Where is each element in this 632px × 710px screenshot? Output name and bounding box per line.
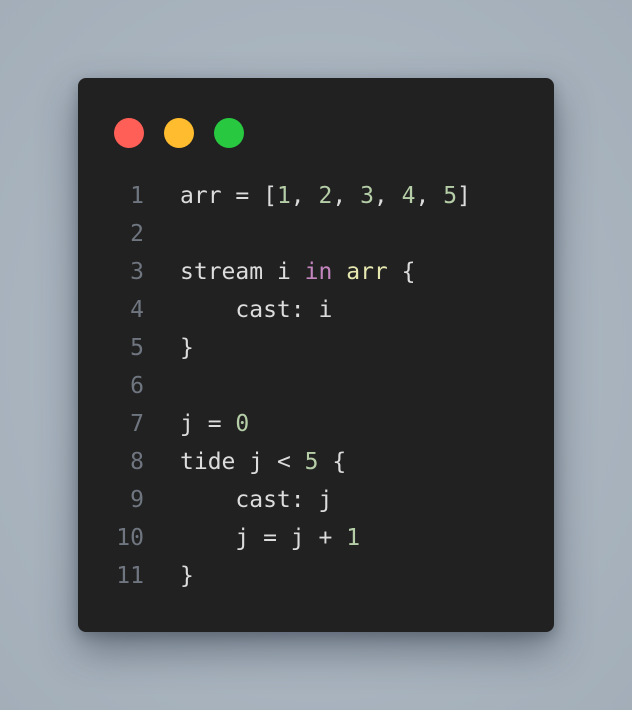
line-text: j = j + 1 <box>235 525 361 551</box>
line-number: 6 <box>130 373 144 399</box>
line-number: 8 <box>130 449 144 475</box>
code-line: 4 cast: i <box>78 291 554 329</box>
line-text: } <box>180 335 194 361</box>
line-number: 4 <box>130 297 144 323</box>
line-number: 5 <box>130 335 144 361</box>
close-button[interactable] <box>114 118 144 148</box>
code-line: 3 stream i in arr { <box>78 253 554 291</box>
code-line: 10 j = j + 1 <box>78 519 554 557</box>
line-text: } <box>180 563 194 589</box>
code-line: 9 cast: j <box>78 481 554 519</box>
line-text: j = 0 <box>180 411 250 437</box>
line-number: 7 <box>130 411 144 437</box>
line-number: 1 <box>130 183 144 209</box>
code-block: 1 arr = [1, 2, 3, 4, 5] 2 3 stream i in … <box>78 177 554 595</box>
line-number: 11 <box>116 563 144 589</box>
line-text: stream i in arr { <box>180 259 416 285</box>
line-text: cast: j <box>235 487 333 513</box>
line-number: 2 <box>130 221 144 247</box>
code-line: 7 j = 0 <box>78 405 554 443</box>
code-line: 1 arr = [1, 2, 3, 4, 5] <box>78 177 554 215</box>
minimize-button[interactable] <box>164 118 194 148</box>
code-line: 6 <box>78 367 554 405</box>
line-text <box>144 215 180 253</box>
line-number: 9 <box>130 487 144 513</box>
window-controls <box>114 118 244 148</box>
line-text: arr = [1, 2, 3, 4, 5] <box>180 183 471 209</box>
line-text: tide j < 5 { <box>180 449 347 475</box>
code-line: 5 } <box>78 329 554 367</box>
line-text <box>144 367 180 405</box>
maximize-button[interactable] <box>214 118 244 148</box>
line-number: 10 <box>116 525 144 551</box>
line-number: 3 <box>130 259 144 285</box>
line-text: cast: i <box>235 297 333 323</box>
code-line: 8 tide j < 5 { <box>78 443 554 481</box>
code-line: 11 } <box>78 557 554 595</box>
code-line: 2 <box>78 215 554 253</box>
code-window: 1 arr = [1, 2, 3, 4, 5] 2 3 stream i in … <box>78 78 554 632</box>
